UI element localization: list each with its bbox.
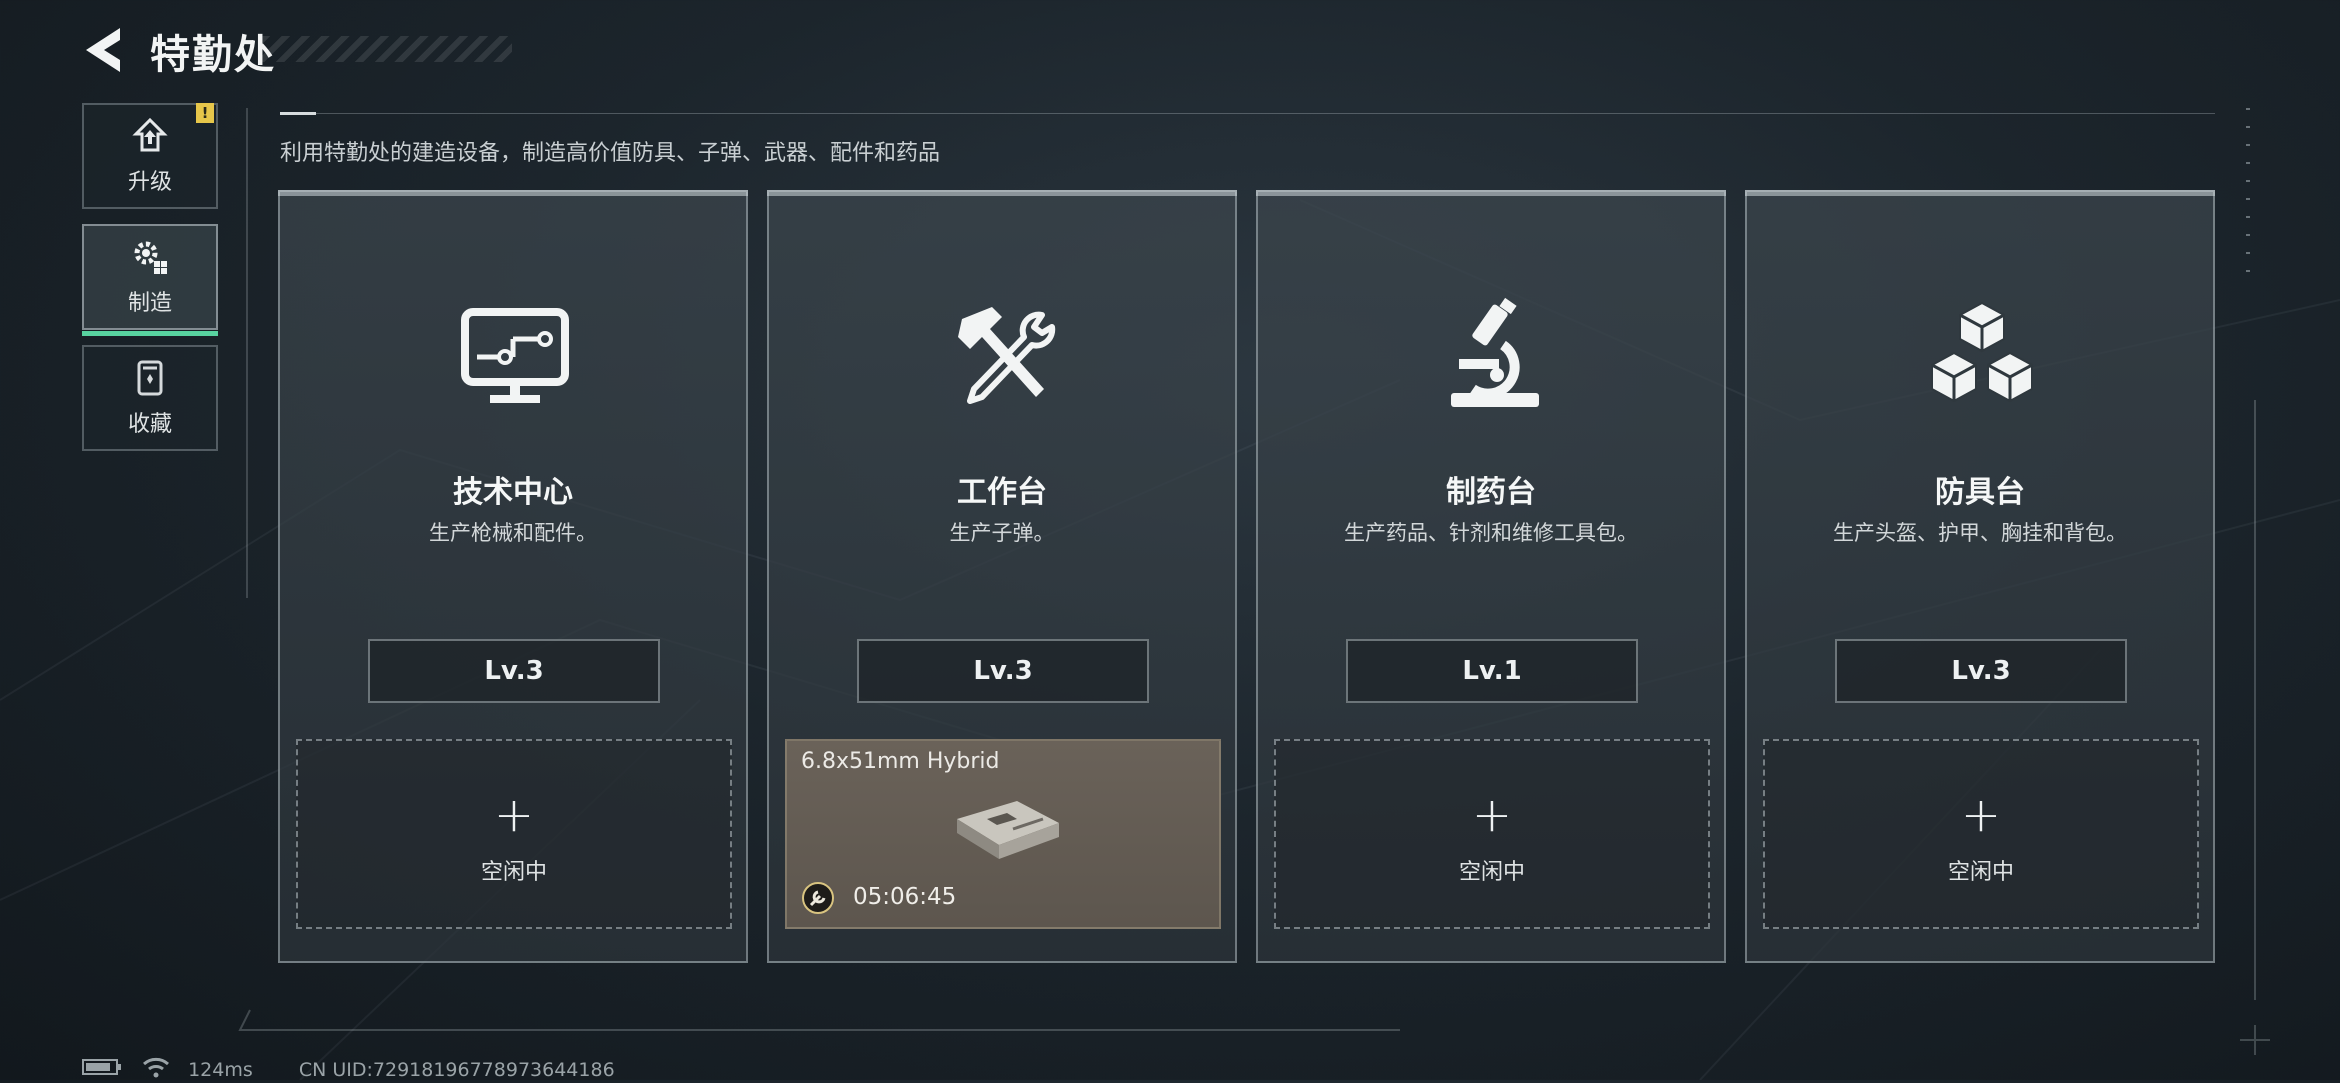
page-description: 利用特勤处的建造设备，制造高价值防具、子弹、武器、配件和药品 (280, 141, 941, 166)
collection-icon (137, 360, 163, 396)
upgrade-icon (132, 117, 168, 152)
station-description: 生产头盔、护甲、胸挂和背包。 (1833, 521, 2127, 545)
user-uid: CN UID:7291819677897364418​6 (298, 1058, 615, 1081)
gears-icon (134, 241, 167, 274)
station-card-workbench[interactable]: 工作台 生产子弹。 Lv.3 6.8x51mm Hybrid 05:06:45 (767, 190, 1237, 963)
production-slot-empty[interactable]: + 空闲中 (296, 739, 732, 929)
slot-status: 空闲中 (1458, 860, 1525, 885)
cubes-icon (1931, 301, 2033, 403)
computer-icon (461, 308, 569, 403)
station-description: 生产枪械和配件。 (429, 521, 597, 545)
production-timer: 05:06:45 (853, 884, 957, 910)
slot-status: 空闲中 (1947, 860, 2014, 885)
hammer-wrench-icon (958, 307, 1056, 404)
timer-icon (802, 882, 834, 914)
battery-icon (82, 1058, 122, 1081)
add-icon: + (1960, 787, 2002, 843)
wifi-icon (142, 1056, 170, 1083)
page-title: 特勤处 (150, 32, 276, 78)
slot-status: 空闲中 (480, 860, 547, 885)
station-description: 生产药品、针剂和维修工具包。 (1344, 521, 1638, 545)
back-button[interactable] (80, 22, 128, 78)
production-item-name: 6.8x51mm Hybrid (801, 749, 1000, 774)
top-divider (280, 112, 2215, 115)
add-icon: + (1471, 787, 1513, 843)
station-card-armor[interactable]: 防具台 生产头盔、护甲、胸挂和背包。 Lv.3 + 空闲中 (1745, 190, 2215, 963)
sidebar-tab-collection[interactable]: 收藏 (82, 345, 218, 451)
title-decoration (262, 36, 512, 62)
production-slot-empty[interactable]: + 空闲中 (1274, 739, 1710, 929)
alert-badge: ! (196, 103, 214, 123)
sidebar-tab-craft[interactable]: 制造 (82, 224, 218, 336)
station-level: Lv.3 (1835, 639, 2127, 703)
sidebar-label: 升级 (127, 170, 172, 195)
station-name: 制药台 (1446, 475, 1536, 510)
station-card-pharmacy[interactable]: 制药台 生产药品、针剂和维修工具包。 Lv.1 + 空闲中 (1256, 190, 1726, 963)
station-level: Lv.1 (1346, 639, 1638, 703)
station-card-tech-center[interactable]: 技术中心 生产枪械和配件。 Lv.3 + 空闲中 (278, 190, 748, 963)
ping-value: 124ms (188, 1058, 253, 1081)
scroll-ticks (2246, 108, 2250, 278)
production-slot-active[interactable]: 6.8x51mm Hybrid 05:06:45 (785, 739, 1221, 929)
ammo-box-icon (957, 801, 1059, 859)
station-name: 防具台 (1935, 475, 2025, 510)
add-icon: + (493, 787, 535, 843)
production-slot-empty[interactable]: + 空闲中 (1763, 739, 2199, 929)
sidebar-label: 制造 (127, 291, 172, 316)
sidebar-label: 收藏 (127, 412, 172, 437)
station-name: 工作台 (957, 475, 1047, 510)
microscope-icon (1451, 297, 1539, 407)
station-level: Lv.3 (368, 639, 660, 703)
station-description: 生产子弹。 (949, 521, 1055, 545)
station-name: 技术中心 (453, 475, 573, 510)
sidebar-tab-upgrade[interactable]: ! 升级 (82, 103, 218, 209)
station-level: Lv.3 (857, 639, 1149, 703)
back-arrow-icon (86, 28, 120, 72)
sidebar-rail (246, 108, 248, 598)
status-bar: 124ms CN UID:7291819677897364418​6 (82, 1056, 615, 1083)
